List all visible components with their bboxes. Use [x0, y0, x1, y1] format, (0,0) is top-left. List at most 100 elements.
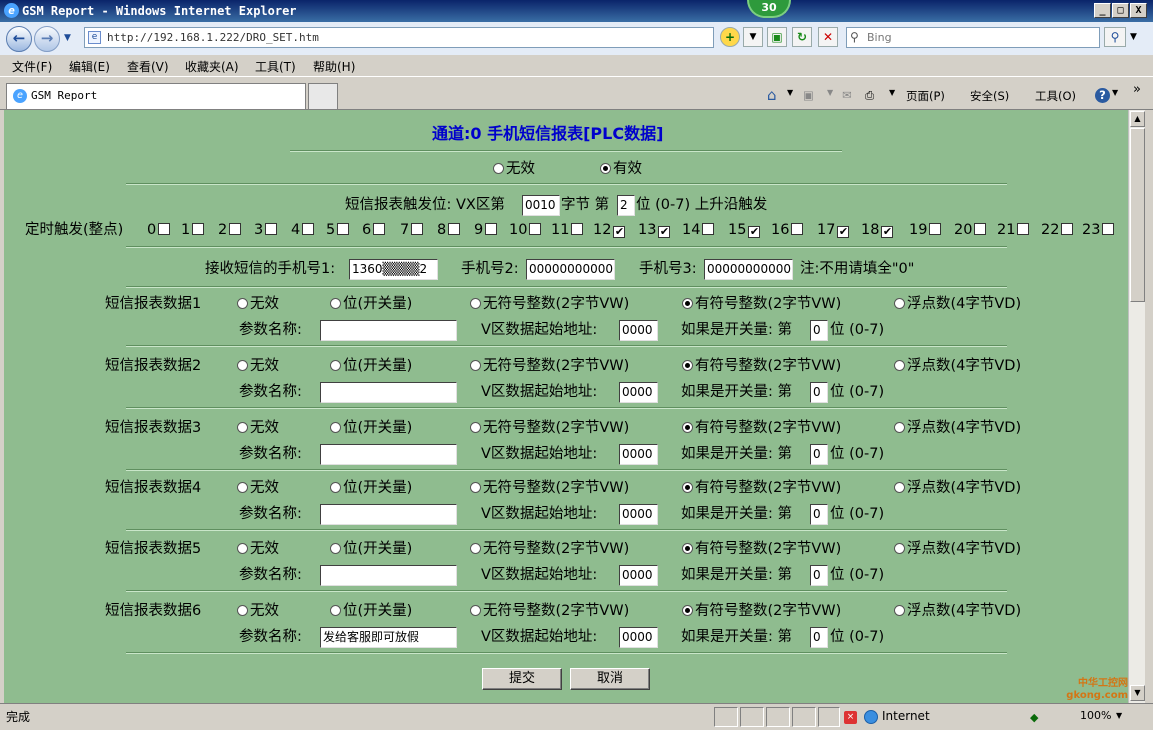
feeds-dropdown-icon[interactable]: ▼: [827, 88, 833, 97]
status-valid-radio[interactable]: [600, 163, 611, 174]
addr-input[interactable]: 0000: [619, 320, 658, 341]
phone2-input[interactable]: 00000000000: [526, 259, 615, 280]
radio-invalid[interactable]: [237, 605, 248, 616]
close-button[interactable]: X: [1130, 3, 1147, 18]
radio-float[interactable]: [894, 422, 905, 433]
zoom-level[interactable]: 100%: [1080, 709, 1111, 722]
hour-checkbox[interactable]: [485, 223, 498, 235]
item-opt-bit[interactable]: 位(开关量): [330, 479, 412, 497]
hour-checkbox[interactable]: [192, 223, 205, 235]
zoom-dropdown-icon[interactable]: ▼: [1116, 711, 1122, 720]
menu-file[interactable]: 文件(F): [12, 58, 52, 75]
hour-checkbox[interactable]: [702, 223, 715, 235]
phone1-input[interactable]: 1360▒▒▒▒2: [349, 259, 438, 280]
item-opt-float[interactable]: 浮点数(4字节VD): [894, 357, 1021, 375]
page-menu[interactable]: 页面(P): [906, 88, 945, 104]
minimize-button[interactable]: _: [1094, 3, 1111, 18]
menu-edit[interactable]: 编辑(E): [69, 58, 110, 75]
home-icon[interactable]: ⌂: [767, 86, 777, 104]
hour-checkbox[interactable]: ✔: [748, 226, 761, 238]
param-name-input[interactable]: [320, 504, 457, 525]
hour-checkbox[interactable]: [448, 223, 461, 235]
status-invalid-radio[interactable]: [493, 163, 504, 174]
item-opt-unsigned[interactable]: 无符号整数(2字节VW): [470, 295, 629, 313]
hour-checkbox[interactable]: [791, 223, 804, 235]
item-opt-unsigned[interactable]: 无符号整数(2字节VW): [470, 479, 629, 497]
radio-unsigned[interactable]: [470, 605, 481, 616]
back-button[interactable]: ←: [6, 26, 32, 52]
hour-checkbox[interactable]: [265, 223, 278, 235]
item-opt-float[interactable]: 浮点数(4字节VD): [894, 602, 1021, 620]
help-icon[interactable]: ?: [1095, 88, 1110, 103]
hour-checkbox[interactable]: [229, 223, 242, 235]
search-go-icon[interactable]: ⚲: [1104, 27, 1126, 47]
radio-bit[interactable]: [330, 360, 341, 371]
radio-bit[interactable]: [330, 298, 341, 309]
submit-button[interactable]: 提交: [482, 668, 562, 690]
stop-icon[interactable]: ✕: [818, 27, 838, 47]
item-opt-unsigned[interactable]: 无符号整数(2字节VW): [470, 602, 629, 620]
hour-checkbox[interactable]: [411, 223, 424, 235]
hour-checkbox[interactable]: [529, 223, 542, 235]
item-opt-bit[interactable]: 位(开关量): [330, 602, 412, 620]
hour-checkbox[interactable]: [571, 223, 584, 235]
search-options-icon[interactable]: ▼: [1130, 32, 1137, 42]
item-opt-signed[interactable]: 有符号整数(2字节VW): [682, 602, 841, 620]
bit-input[interactable]: 0: [810, 382, 828, 403]
hour-checkbox[interactable]: ✔: [613, 226, 626, 238]
radio-invalid[interactable]: [237, 298, 248, 309]
forward-button[interactable]: →: [34, 26, 60, 52]
radio-bit[interactable]: [330, 482, 341, 493]
item-opt-signed[interactable]: 有符号整数(2字节VW): [682, 419, 841, 437]
chevron-more-icon[interactable]: »: [1133, 82, 1141, 97]
hour-checkbox[interactable]: [1102, 223, 1115, 235]
item-opt-bit[interactable]: 位(开关量): [330, 295, 412, 313]
home-dropdown-icon[interactable]: ▼: [787, 88, 793, 97]
param-name-input[interactable]: [320, 565, 457, 586]
scroll-down-icon[interactable]: ▼: [1130, 685, 1145, 701]
item-opt-float[interactable]: 浮点数(4字节VD): [894, 479, 1021, 497]
refresh-icon[interactable]: ↻: [792, 27, 812, 47]
trigger-bit-input[interactable]: 2: [617, 195, 635, 216]
radio-signed[interactable]: [682, 422, 693, 433]
status-valid-option[interactable]: 有效: [600, 160, 642, 178]
radio-float[interactable]: [894, 605, 905, 616]
bit-input[interactable]: 0: [810, 504, 828, 525]
radio-unsigned[interactable]: [470, 543, 481, 554]
radio-bit[interactable]: [330, 605, 341, 616]
scroll-thumb[interactable]: [1130, 128, 1145, 302]
radio-unsigned[interactable]: [470, 422, 481, 433]
safety-menu[interactable]: 安全(S): [970, 88, 1009, 104]
hour-checkbox[interactable]: [974, 223, 987, 235]
item-opt-float[interactable]: 浮点数(4字节VD): [894, 295, 1021, 313]
menu-favorites[interactable]: 收藏夹(A): [185, 58, 239, 75]
trigger-byte-input[interactable]: 0010: [522, 195, 560, 216]
radio-invalid[interactable]: [237, 360, 248, 371]
hour-checkbox[interactable]: [302, 223, 315, 235]
addr-input[interactable]: 0000: [619, 504, 658, 525]
status-invalid-option[interactable]: 无效: [493, 160, 535, 178]
item-opt-unsigned[interactable]: 无符号整数(2字节VW): [470, 540, 629, 558]
item-opt-invalid[interactable]: 无效: [237, 602, 279, 620]
radio-bit[interactable]: [330, 422, 341, 433]
bit-input[interactable]: 0: [810, 627, 828, 648]
address-bar[interactable]: http://192.168.1.222/DRO_SET.htm: [84, 27, 714, 48]
radio-bit[interactable]: [330, 543, 341, 554]
menu-view[interactable]: 查看(V): [127, 58, 169, 75]
item-opt-invalid[interactable]: 无效: [237, 295, 279, 313]
item-opt-float[interactable]: 浮点数(4字节VD): [894, 540, 1021, 558]
item-opt-signed[interactable]: 有符号整数(2字节VW): [682, 479, 841, 497]
item-opt-invalid[interactable]: 无效: [237, 357, 279, 375]
tools-menu[interactable]: 工具(O): [1035, 88, 1076, 104]
addr-input[interactable]: 0000: [619, 444, 658, 465]
item-opt-signed[interactable]: 有符号整数(2字节VW): [682, 295, 841, 313]
tab-gsm-report[interactable]: e GSM Report: [6, 83, 306, 109]
mail-icon[interactable]: ✉: [842, 88, 852, 102]
item-opt-signed[interactable]: 有符号整数(2字节VW): [682, 357, 841, 375]
phone3-input[interactable]: 00000000000: [704, 259, 793, 280]
radio-invalid[interactable]: [237, 482, 248, 493]
addr-input[interactable]: 0000: [619, 565, 658, 586]
bit-input[interactable]: 0: [810, 565, 828, 586]
item-opt-invalid[interactable]: 无效: [237, 540, 279, 558]
addr-input[interactable]: 0000: [619, 627, 658, 648]
